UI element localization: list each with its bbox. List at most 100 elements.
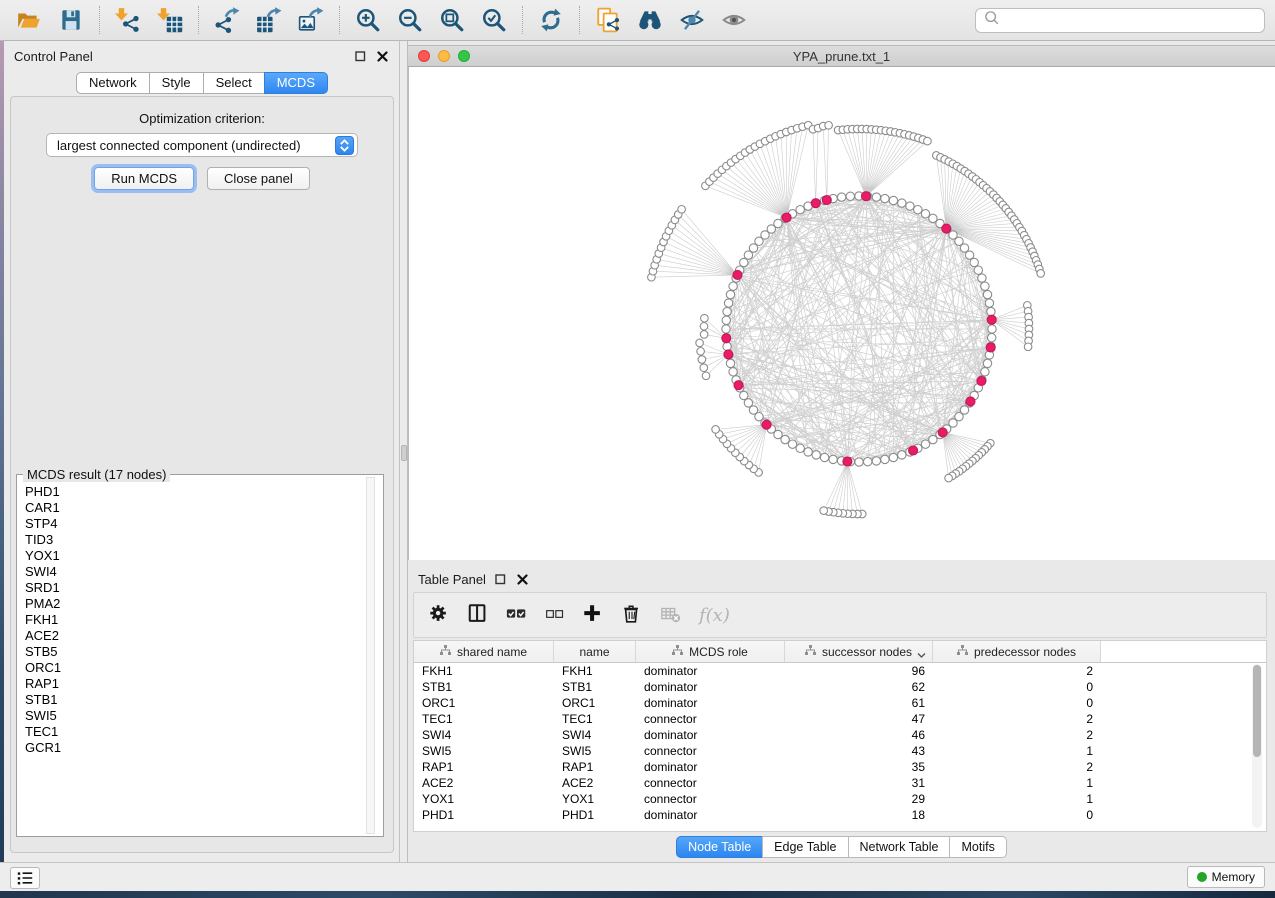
network-node[interactable]: [726, 290, 734, 298]
table-row[interactable]: SWI4SWI4dominator462: [414, 727, 1266, 743]
network-dominator-node[interactable]: [909, 446, 918, 455]
delete-column-button[interactable]: [621, 600, 643, 630]
table-row[interactable]: STB1STB1dominator620: [414, 679, 1266, 695]
network-node[interactable]: [1024, 343, 1032, 351]
network-node[interactable]: [698, 356, 706, 364]
mcds-result-item[interactable]: SRD1: [18, 580, 363, 596]
mcds-result-item[interactable]: CAR1: [18, 500, 363, 516]
network-node[interactable]: [983, 359, 991, 367]
mcds-result-scrollbar[interactable]: [366, 477, 375, 834]
network-node[interactable]: [855, 458, 863, 466]
split-view-button[interactable]: [467, 600, 489, 630]
network-dominator-node[interactable]: [822, 196, 831, 205]
column-header-shared-name[interactable]: shared name: [414, 641, 554, 662]
network-node[interactable]: [820, 453, 828, 461]
network-dominator-node[interactable]: [977, 377, 986, 386]
network-node[interactable]: [1037, 270, 1045, 278]
zoom-fit-button[interactable]: [431, 2, 473, 38]
network-node[interactable]: [929, 435, 937, 443]
network-node[interactable]: [829, 455, 837, 463]
export-network-button[interactable]: [206, 2, 248, 38]
network-node[interactable]: [846, 192, 854, 200]
select-all-button[interactable]: [506, 600, 528, 630]
import-table-button[interactable]: [149, 2, 191, 38]
run-mcds-button[interactable]: Run MCDS: [94, 167, 194, 190]
network-node[interactable]: [872, 193, 880, 201]
refresh-layout-button[interactable]: [530, 2, 572, 38]
table-row[interactable]: RAP1RAP1dominator352: [414, 759, 1266, 775]
network-node[interactable]: [906, 202, 914, 210]
table-row[interactable]: TEC1TEC1connector472: [414, 711, 1266, 727]
network-node[interactable]: [921, 210, 929, 218]
network-node[interactable]: [898, 199, 906, 207]
network-node[interactable]: [697, 348, 705, 356]
zoom-out-button[interactable]: [389, 2, 431, 38]
network-node[interactable]: [881, 194, 889, 202]
network-node[interactable]: [864, 458, 872, 466]
search-box[interactable]: [975, 8, 1265, 33]
network-node[interactable]: [740, 391, 748, 399]
network-node[interactable]: [974, 266, 982, 274]
network-node[interactable]: [701, 314, 709, 322]
network-node[interactable]: [881, 455, 889, 463]
column-header-successor-nodes[interactable]: successor nodes: [785, 641, 933, 662]
import-network-button[interactable]: [107, 2, 149, 38]
mcds-result-item[interactable]: TEC1: [18, 724, 363, 740]
network-dominator-node[interactable]: [733, 270, 742, 279]
network-node[interactable]: [985, 299, 993, 307]
close-panel-button[interactable]: Close panel: [207, 167, 310, 190]
tab-motifs[interactable]: Motifs: [949, 836, 1006, 858]
network-node[interactable]: [970, 258, 978, 266]
show-all-button[interactable]: [713, 2, 755, 38]
network-dominator-node[interactable]: [811, 199, 820, 208]
network-node[interactable]: [983, 290, 991, 298]
zoom-in-button[interactable]: [347, 2, 389, 38]
network-node[interactable]: [700, 331, 708, 339]
table-scrollbar[interactable]: [1252, 664, 1262, 828]
table-settings-button[interactable]: [428, 600, 450, 630]
network-node[interactable]: [729, 368, 737, 376]
mcds-result-item[interactable]: YOX1: [18, 548, 363, 564]
network-node[interactable]: [678, 206, 686, 214]
zoom-selected-button[interactable]: [473, 2, 515, 38]
tab-edge-table[interactable]: Edge Table: [762, 836, 848, 858]
network-dominator-node[interactable]: [734, 381, 743, 390]
network-dominator-node[interactable]: [782, 213, 791, 222]
column-header-name[interactable]: name: [554, 641, 636, 662]
network-node[interactable]: [965, 251, 973, 259]
table-row[interactable]: SWI5SWI5connector431: [414, 743, 1266, 759]
mcds-result-item[interactable]: PHD1: [18, 484, 363, 500]
network-node[interactable]: [820, 507, 828, 515]
network-node[interactable]: [723, 307, 731, 315]
table-row[interactable]: FKH1FKH1dominator962: [414, 663, 1266, 679]
network-node[interactable]: [889, 453, 897, 461]
network-dominator-node[interactable]: [938, 428, 947, 437]
network-dominator-node[interactable]: [987, 315, 996, 324]
network-node[interactable]: [729, 282, 737, 290]
add-column-button[interactable]: [582, 600, 604, 630]
network-node[interactable]: [740, 258, 748, 266]
network-node[interactable]: [796, 206, 804, 214]
mcds-result-item[interactable]: TID3: [18, 532, 363, 548]
network-node[interactable]: [724, 299, 732, 307]
mcds-result-item[interactable]: STP4: [18, 516, 363, 532]
mcds-result-item[interactable]: RAP1: [18, 676, 363, 692]
network-node[interactable]: [945, 474, 953, 482]
network-node[interactable]: [921, 440, 929, 448]
float-panel-icon[interactable]: [353, 49, 367, 63]
vertical-splitter[interactable]: [400, 41, 408, 862]
network-node[interactable]: [914, 206, 922, 214]
tab-mcds[interactable]: MCDS: [264, 72, 328, 94]
network-dominator-node[interactable]: [843, 457, 852, 466]
network-node[interactable]: [889, 196, 897, 204]
table-row[interactable]: PHD1PHD1dominator180: [414, 807, 1266, 823]
tab-style[interactable]: Style: [149, 72, 204, 94]
network-node[interactable]: [700, 323, 708, 331]
table-row[interactable]: ACE2ACE2connector311: [414, 775, 1266, 791]
network-node[interactable]: [722, 316, 730, 324]
mcds-result-item[interactable]: STB1: [18, 692, 363, 708]
network-dominator-node[interactable]: [862, 192, 871, 201]
splitter-handle[interactable]: [401, 445, 407, 461]
mcds-result-item[interactable]: SWI5: [18, 708, 363, 724]
network-dominator-node[interactable]: [986, 343, 995, 352]
